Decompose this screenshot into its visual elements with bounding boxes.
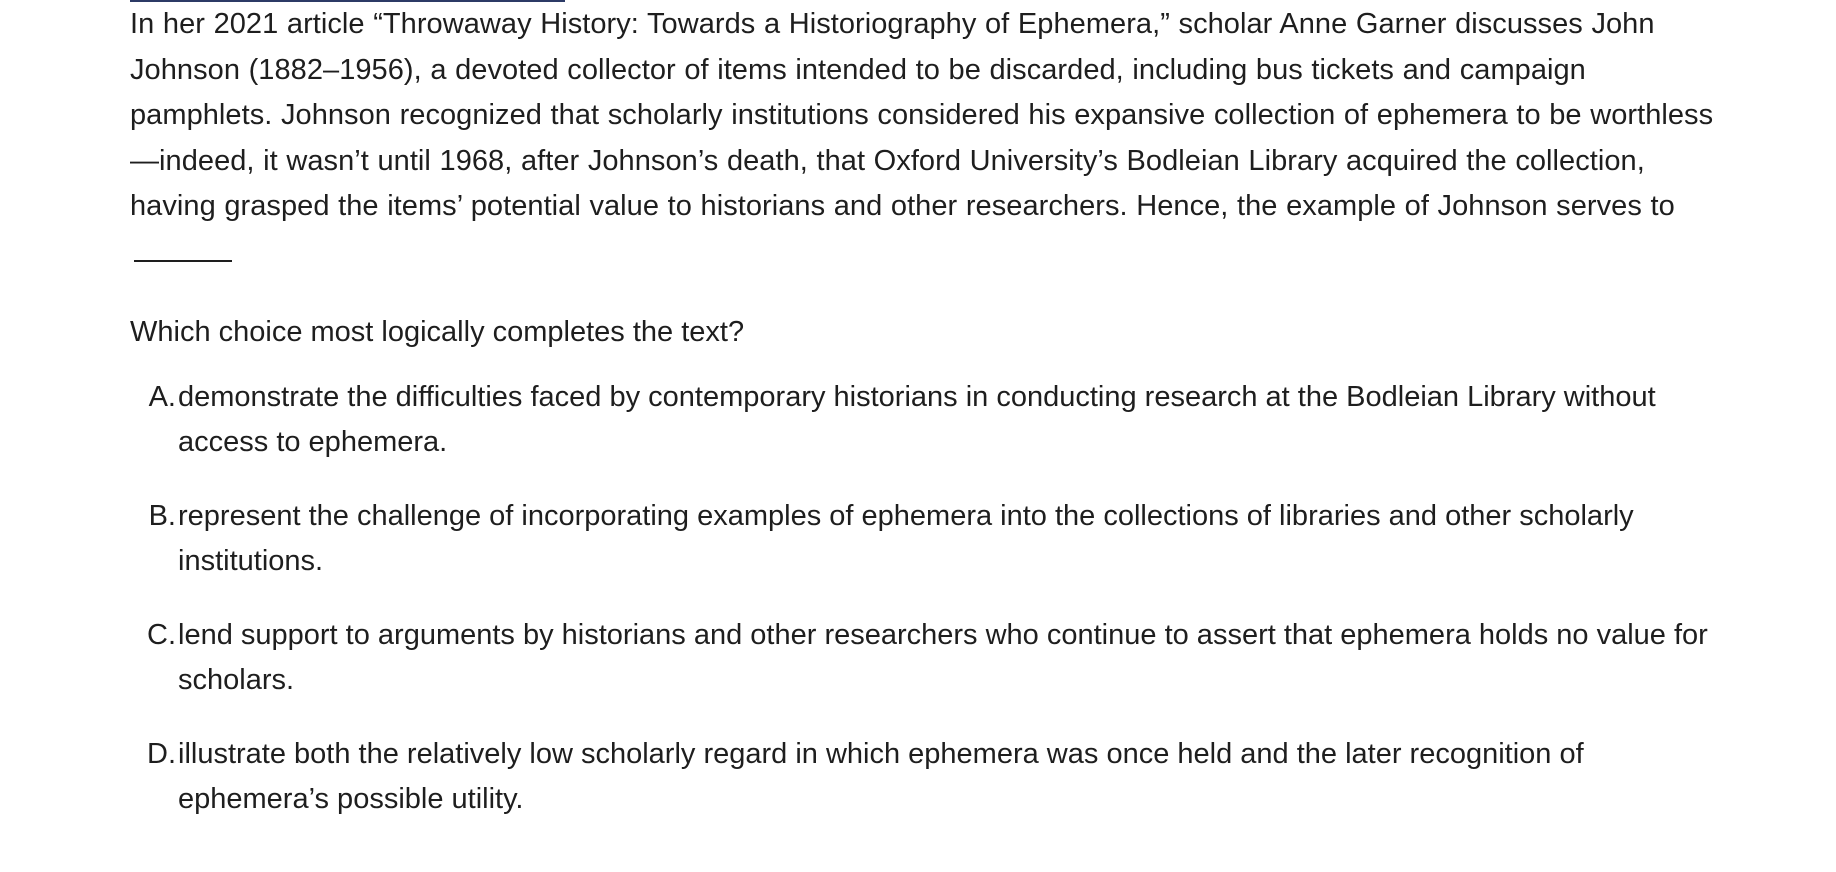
passage: In her 2021 article “Throwaway History: … — [130, 2, 1730, 276]
answer-choices: A. demonstrate the difficulties faced by… — [130, 375, 1730, 823]
choice-letter: B. — [148, 499, 176, 532]
choice-text: illustrate both the relatively low schol… — [178, 737, 1584, 816]
passage-text: In her 2021 article “Throwaway History: … — [130, 8, 1714, 222]
question-prompt: Which choice most logically completes th… — [130, 316, 745, 348]
question-content: In her 2021 article “Throwaway History: … — [130, 2, 1730, 851]
choice-d[interactable]: D. illustrate both the relatively low sc… — [130, 732, 1730, 823]
choice-b[interactable]: B. represent the challenge of incorporat… — [130, 494, 1730, 585]
choice-letter: A. — [148, 380, 176, 413]
choice-letter: C. — [147, 618, 176, 651]
choice-c[interactable]: C. lend support to arguments by historia… — [130, 613, 1730, 704]
answer-blank — [134, 230, 232, 262]
choice-text: demonstrate the difficulties faced by co… — [178, 380, 1656, 459]
choice-text: represent the challenge of incorporating… — [178, 499, 1634, 578]
choice-a[interactable]: A. demonstrate the difficulties faced by… — [130, 375, 1730, 466]
choice-letter: D. — [147, 737, 176, 770]
choice-text: lend support to arguments by historians … — [178, 618, 1708, 697]
